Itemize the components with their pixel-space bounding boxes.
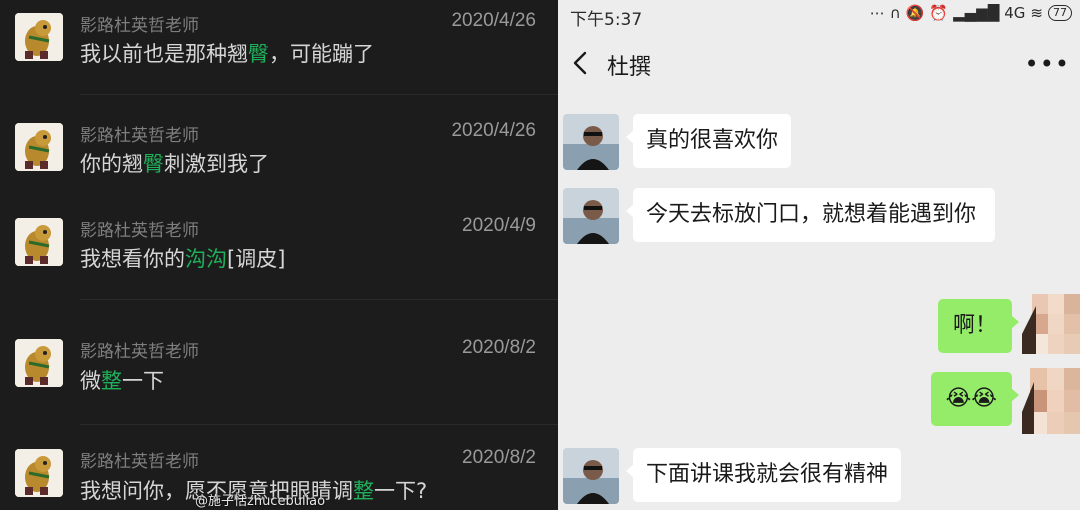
snippet-text: 一下? <box>374 479 428 503</box>
cartoon-avatar-icon <box>15 13 63 61</box>
outgoing-message: 啊！ <box>937 299 1020 353</box>
chat-panel: 下午5:37 ⋯ ∩ 🔕 ⏰ ▂▄▆█ 4G ≋ 77 杜撰 ••• 真的很喜欢… <box>558 0 1080 510</box>
contact-name: 影路杜英哲老师 <box>80 342 199 362</box>
message-snippet: 我想看你的沟沟[调皮] <box>80 243 285 273</box>
person-photo-icon <box>563 448 619 504</box>
snippet-text: 你的翘 <box>80 152 143 176</box>
status-time: 下午5:37 <box>570 10 643 30</box>
dots-icon: ⋯ <box>869 4 885 22</box>
status-icons: ⋯ ∩ 🔕 ⏰ ▂▄▆█ 4G ≋ 77 <box>870 4 1072 22</box>
chat-header: 杜撰 ••• <box>558 30 1080 96</box>
cartoon-avatar-icon <box>15 218 63 266</box>
incoming-message: 真的很喜欢你 <box>625 114 792 168</box>
signal-icon: ▂▄▆█ <box>953 4 1000 22</box>
message-snippet: 微整一下 <box>80 365 164 395</box>
search-result-item[interactable]: 影路杜英哲老师 2020/4/9 我想看你的沟沟[调皮] <box>0 198 558 300</box>
message-date: 2020/4/26 <box>451 10 536 31</box>
snippet-highlight: 沟沟 <box>185 247 227 271</box>
search-result-item[interactable]: 影路杜英哲老师 2020/4/26 我以前也是那种翘臀，可能蹦了 <box>0 0 558 95</box>
contact-name: 影路杜英哲老师 <box>80 221 199 241</box>
own-avatar-blurred[interactable] <box>1022 368 1080 434</box>
search-result-item[interactable]: 影路杜英哲老师 2020/4/26 你的翘臀刺激到我了 <box>0 95 558 198</box>
snippet-text: 微 <box>80 369 101 393</box>
contact-avatar <box>15 339 63 387</box>
chat-title: 杜撰 <box>607 55 652 80</box>
contact-avatar[interactable] <box>563 448 619 504</box>
outgoing-message: 😭😭 <box>930 372 1020 426</box>
network-label: 4G <box>1004 4 1026 22</box>
mute-bell-icon: 🔕 <box>905 4 925 22</box>
search-results-panel: 影路杜英哲老师 2020/4/26 我以前也是那种翘臀，可能蹦了 影路杜英哲老师… <box>0 0 558 510</box>
alarm-icon: ⏰ <box>929 4 949 22</box>
snippet-text: 我以前也是那种翘 <box>80 42 248 66</box>
contact-avatar[interactable] <box>563 188 619 244</box>
cartoon-avatar-icon <box>15 123 63 171</box>
battery-icon: 77 <box>1048 5 1072 21</box>
headphone-icon: ∩ <box>889 4 901 22</box>
message-date: 2020/4/9 <box>462 215 536 236</box>
message-date: 2020/8/2 <box>462 337 536 358</box>
snippet-highlight: 整 <box>101 369 122 393</box>
status-bar: 下午5:37 ⋯ ∩ 🔕 ⏰ ▂▄▆█ 4G ≋ 77 <box>558 0 1080 30</box>
blurred-avatar-icon <box>1022 294 1080 354</box>
cartoon-avatar-icon <box>15 449 63 497</box>
contact-avatar <box>15 218 63 266</box>
contact-name: 影路杜英哲老师 <box>80 126 199 146</box>
more-options-icon[interactable]: ••• <box>1025 50 1070 78</box>
cartoon-avatar-icon <box>15 339 63 387</box>
snippet-text: 刺激到我了 <box>164 152 269 176</box>
incoming-message: 今天去标放门口，就想着能遇到你 <box>626 188 995 242</box>
snippet-highlight: 臀 <box>143 152 164 176</box>
message-snippet: 你的翘臀刺激到我了 <box>80 148 269 178</box>
snippet-highlight: 臀 <box>248 42 269 66</box>
contact-name: 影路杜英哲老师 <box>80 452 199 472</box>
weibo-watermark: @施子恬zhucebuliao <box>195 494 326 509</box>
contact-avatar <box>15 449 63 497</box>
message-snippet: 我以前也是那种翘臀，可能蹦了 <box>80 38 374 68</box>
wifi-icon: ≋ <box>1030 4 1043 22</box>
incoming-message: 下面讲课我就会很有精神 <box>625 448 902 502</box>
snippet-text: 一下 <box>122 369 164 393</box>
contact-avatar <box>15 13 63 61</box>
person-photo-icon <box>563 188 619 244</box>
snippet-text: [调皮] <box>227 247 286 271</box>
message-list: 真的很喜欢你 今天去标放门口，就想着能遇到你 啊！ 😭😭 下面讲课我就会很有精神 <box>558 96 1080 510</box>
message-date: 2020/8/2 <box>462 447 536 468</box>
own-avatar-blurred[interactable] <box>1022 294 1080 354</box>
person-photo-icon <box>563 114 619 170</box>
contact-name: 影路杜英哲老师 <box>80 16 199 36</box>
contact-avatar <box>15 123 63 171</box>
search-result-item[interactable]: 影路杜英哲老师 2020/8/2 微整一下 <box>0 300 558 425</box>
snippet-text: 我想看你的 <box>80 247 185 271</box>
snippet-text: ，可能蹦了 <box>269 42 374 66</box>
contact-avatar[interactable] <box>563 114 619 170</box>
snippet-highlight: 整 <box>353 479 374 503</box>
blurred-avatar-icon <box>1022 368 1080 434</box>
message-date: 2020/4/26 <box>451 120 536 141</box>
back-arrow-icon[interactable] <box>570 50 592 76</box>
